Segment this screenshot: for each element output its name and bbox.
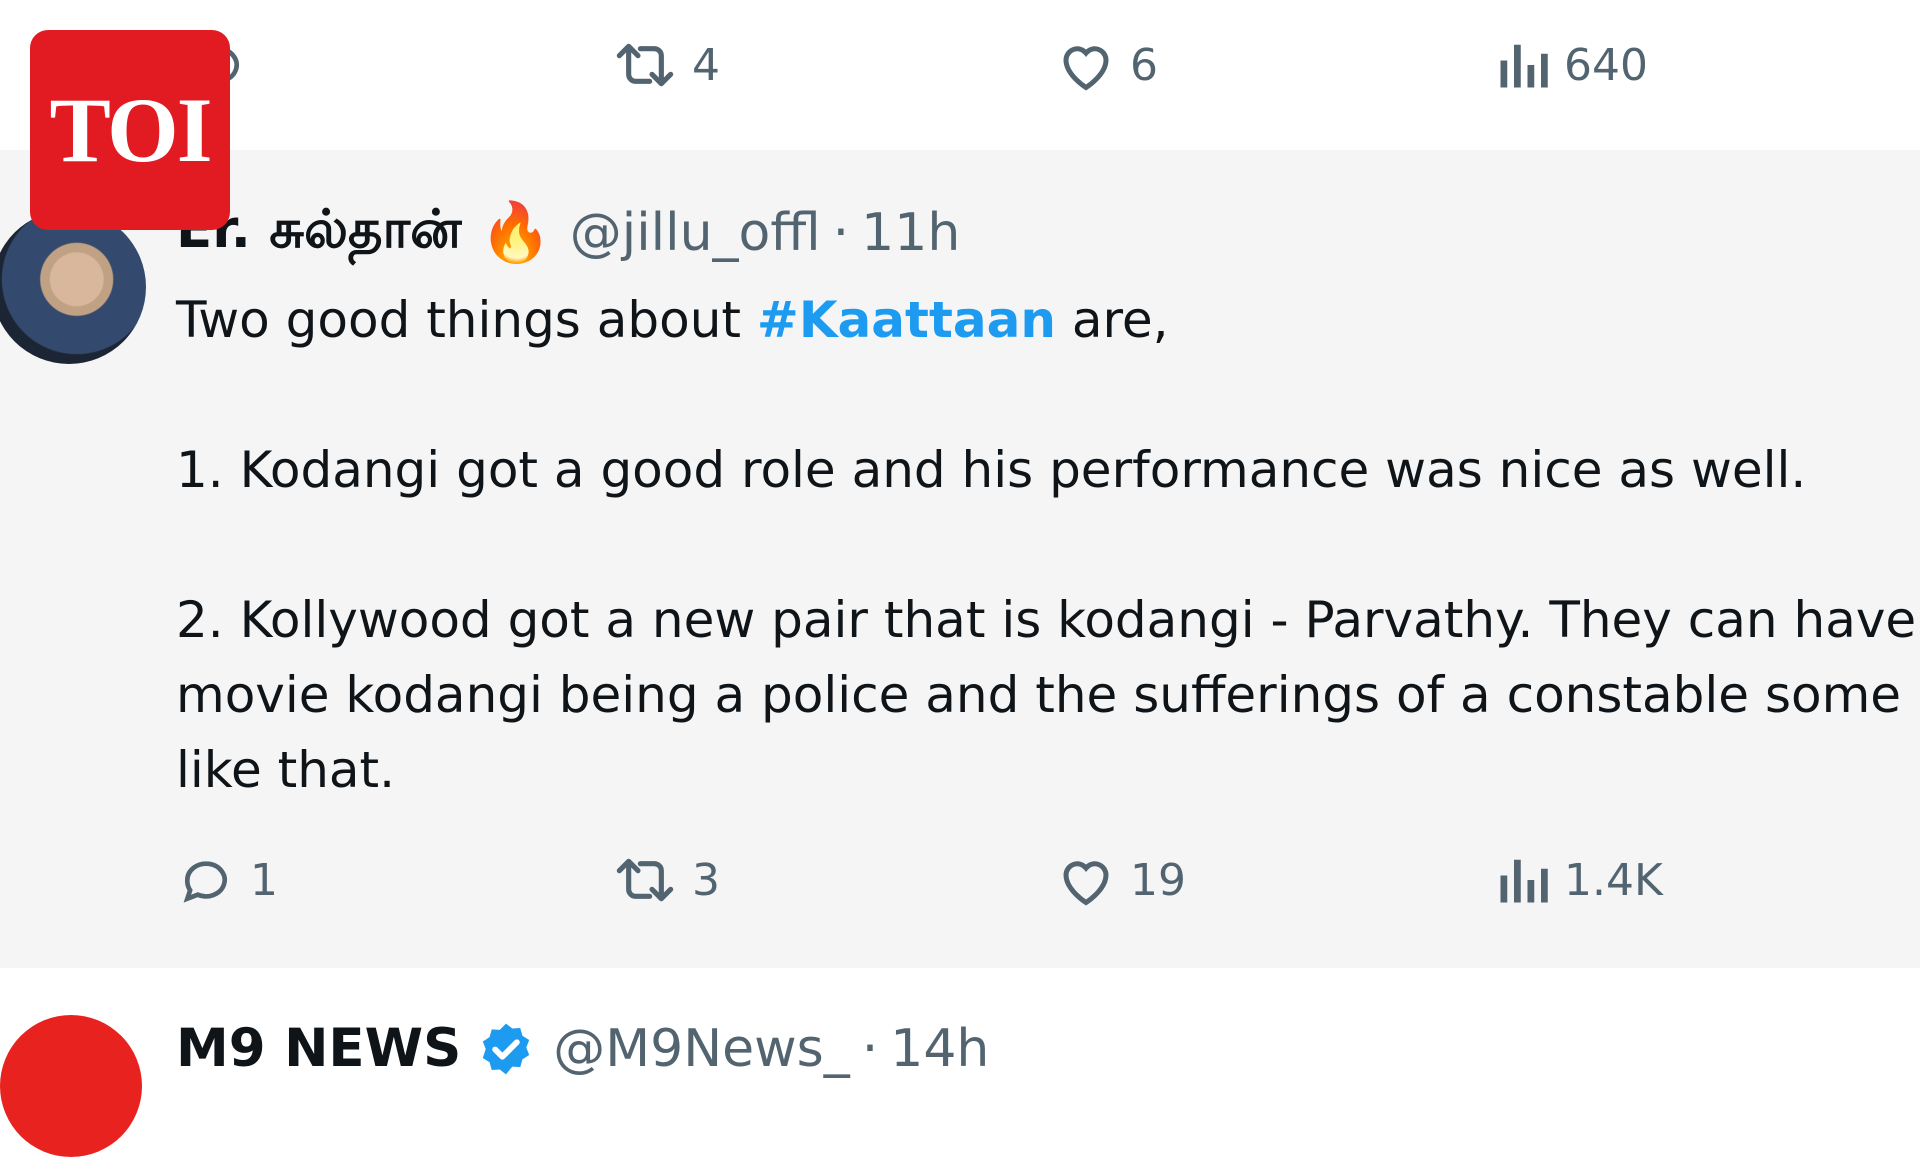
reply-count: 1 [250,854,278,906]
heart-icon [1063,46,1109,91]
previous-tweet-action-bar: 4 6 640 [0,15,1920,125]
separator-dot: · [832,202,850,263]
user-handle[interactable]: @jillu_offl [570,203,821,263]
next-tweet-timestamp[interactable]: 14h [890,1019,989,1079]
m9-news-avatar[interactable] [0,1015,142,1157]
verified-badge-icon [483,1023,530,1074]
tweet-timestamp[interactable]: 11h [861,203,960,263]
retweet-action[interactable]: 4 [612,37,720,93]
tweet-line-1: Two good things about #Kaattaan are, [176,291,1169,349]
like-action[interactable]: 6 [1056,37,1158,93]
views-count: 640 [1564,39,1648,91]
retweet-count: 4 [692,39,720,91]
views-bar-chart-icon [1500,859,1548,903]
separator-dot: · [861,1018,879,1079]
like-action[interactable]: 19 [1056,852,1186,908]
views-bar-chart-icon [1500,44,1548,88]
heart-icon [1063,861,1109,906]
tweet-header: Er. சுல்தான் 🔥 @jillu_offl · 11h [176,198,960,267]
retweet-icon [616,43,674,87]
retweet-icon [616,858,674,902]
fire-emoji: 🔥 [479,198,552,266]
next-display-name[interactable]: M9 NEWS [176,1018,461,1079]
next-tweet-header: M9 NEWS @M9News_ · 14h [176,1018,989,1079]
views-count: 1.4K [1564,854,1663,906]
toi-logo-text: TOI [49,79,212,181]
toi-logo: TOI [30,30,230,230]
like-count: 19 [1130,854,1186,906]
views-action[interactable]: 640 [1496,37,1648,93]
next-user-handle[interactable]: @M9News_ [553,1019,849,1079]
tweet-line-5: like that. [176,741,396,799]
tweet-action-bar: 1 3 19 1.4K [0,830,1920,940]
tweet-line-3: 2. Kollywood got a new pair that is koda… [176,591,1917,649]
tweet-line-2: 1. Kodangi got a good role and his perfo… [176,441,1807,499]
hashtag-link[interactable]: #Kaattaan [757,291,1056,349]
views-action[interactable]: 1.4K [1496,852,1663,908]
tweet-line-4: movie kodangi being a police and the suf… [176,666,1902,724]
tweet-text: Two good things about #Kaattaan are, 1. … [176,283,1920,808]
reply-icon [183,861,227,903]
like-count: 6 [1130,39,1158,91]
retweet-action[interactable]: 3 [612,852,720,908]
retweet-count: 3 [692,854,720,906]
reply-action[interactable]: 1 [176,852,278,908]
